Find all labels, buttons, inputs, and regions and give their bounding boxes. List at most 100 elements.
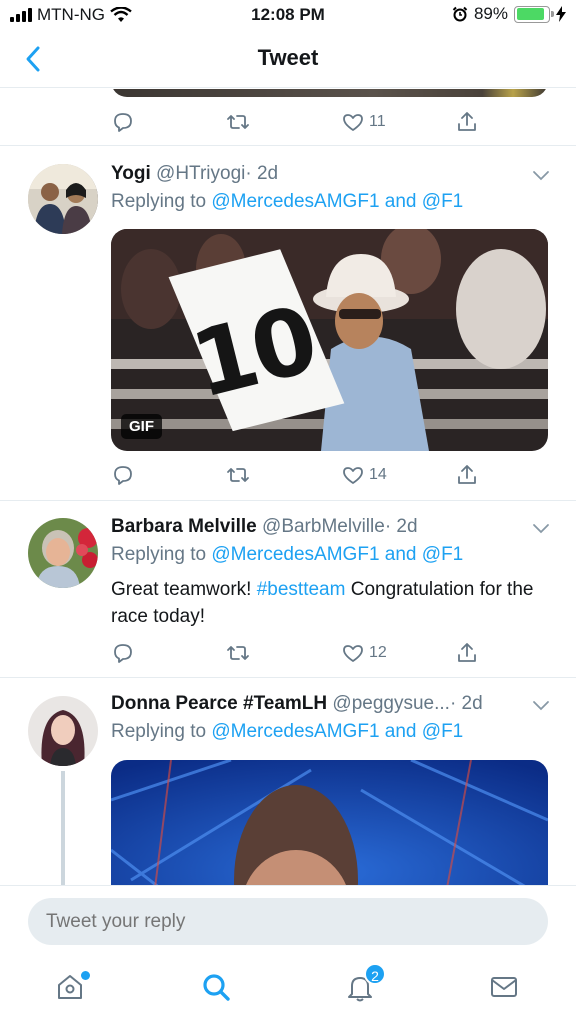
chevron-down-icon[interactable]	[532, 170, 550, 182]
retweet-icon	[227, 646, 249, 660]
gif-badge: GIF	[121, 414, 162, 439]
tweet-actions: 12	[111, 639, 491, 667]
tab-messages[interactable]	[488, 971, 524, 1007]
battery-percent: 89%	[473, 4, 508, 23]
user-handle[interactable]: @peggysue...	[332, 693, 450, 714]
replying-label: Replying to	[111, 721, 207, 742]
status-bar: MTN-NG 12:08 PM 89%	[0, 0, 576, 30]
share-button[interactable]	[455, 108, 479, 136]
replying-to: Replying to @MercedesAMGF1 and @F1	[111, 721, 463, 743]
status-right: 89%	[452, 4, 566, 24]
retweet-button[interactable]	[226, 639, 250, 667]
tweet-time: · 2d	[245, 163, 279, 184]
gif-sign-overlay: 10	[111, 229, 548, 451]
tweet-item[interactable]: Yogi @HTriyogi· 2d Replying to @Mercedes…	[0, 146, 576, 501]
avatar-image	[28, 518, 98, 588]
user-handle[interactable]: @BarbMelville	[262, 516, 385, 537]
user-handle[interactable]: @HTriyogi	[156, 163, 245, 184]
hashtag-link[interactable]: #bestteam	[257, 579, 346, 600]
mention-link[interactable]: @MercedesAMGF1	[211, 721, 379, 742]
mention-link[interactable]: @F1	[422, 544, 463, 565]
share-button[interactable]	[455, 461, 479, 489]
heart-icon	[343, 467, 363, 484]
tab-search[interactable]	[200, 971, 236, 1007]
like-button[interactable]: 11	[341, 108, 386, 136]
like-button[interactable]: 12	[341, 639, 387, 667]
media-photo	[111, 760, 548, 885]
tweet-header: Yogi @HTriyogi· 2d	[111, 163, 526, 185]
nav-bar: Tweet	[0, 30, 576, 88]
battery-fill	[516, 8, 545, 20]
search-icon	[203, 974, 230, 1001]
reply-button[interactable]	[111, 461, 135, 489]
alarm-icon	[452, 6, 468, 22]
heart-icon	[343, 645, 363, 662]
share-button[interactable]	[455, 639, 479, 667]
like-count: 12	[369, 644, 387, 661]
tweet-actions: 11	[111, 108, 491, 136]
retweet-icon	[227, 115, 249, 129]
battery-icon	[514, 5, 554, 23]
reply-button[interactable]	[111, 108, 135, 136]
tweet-header: Donna Pearce #TeamLH @peggysue...· 2d	[111, 693, 526, 715]
replying-label: Replying to	[111, 544, 207, 565]
reply-bar	[0, 885, 576, 957]
tweet-actions: 14	[111, 461, 491, 489]
avatar[interactable]	[28, 518, 98, 588]
retweet-button[interactable]	[226, 108, 250, 136]
media-image[interactable]	[111, 89, 548, 97]
new-tweets-dot	[81, 971, 90, 980]
tab-notifications[interactable]: 2	[344, 963, 386, 1007]
replying-to: Replying to @MercedesAMGF1 and @F1	[111, 544, 463, 566]
like-count: 14	[369, 466, 387, 483]
tab-home[interactable]	[54, 971, 90, 1007]
chevron-down-icon[interactable]	[532, 523, 550, 535]
heart-icon	[343, 114, 363, 131]
gif-media[interactable]: 10 GIF	[111, 229, 548, 451]
tweet-time: · 2d	[449, 693, 483, 714]
retweet-icon	[227, 468, 249, 482]
replies-list[interactable]: 11 Yogi @HTriyogi· 2d Replying to @Merce…	[0, 89, 576, 885]
share-icon	[458, 465, 476, 484]
tweet-header: Barbara Melville @BarbMelville· 2d	[111, 516, 526, 538]
mention-link[interactable]: @MercedesAMGF1	[211, 544, 379, 565]
reply-icon	[114, 644, 132, 663]
avatar[interactable]	[28, 696, 98, 766]
tweet-item[interactable]: Barbara Melville @BarbMelville· 2d Reply…	[0, 501, 576, 678]
replying-label: Replying to	[111, 191, 207, 212]
notifications-badge: 2	[364, 963, 386, 985]
media-image[interactable]	[111, 760, 548, 885]
tweet-text: Great teamwork! #bestteam Congratulation…	[111, 576, 551, 630]
avatar-image	[28, 164, 98, 234]
and-label: and	[384, 544, 417, 565]
display-name[interactable]: Yogi	[111, 163, 151, 184]
reply-input[interactable]	[28, 898, 548, 945]
mention-link[interactable]: @F1	[422, 191, 463, 212]
display-name[interactable]: Donna Pearce #TeamLH	[111, 693, 327, 714]
tweet-time: · 2d	[384, 516, 418, 537]
mail-icon	[491, 977, 517, 997]
and-label: and	[384, 191, 417, 212]
reply-icon	[114, 466, 132, 485]
retweet-button[interactable]	[226, 461, 250, 489]
thread-line	[61, 771, 65, 885]
tweet-partial[interactable]: 11	[0, 89, 576, 146]
avatar-image	[28, 696, 98, 766]
sign-text: 10	[181, 286, 325, 419]
like-count: 11	[369, 113, 386, 130]
charging-icon	[556, 6, 566, 22]
chevron-down-icon[interactable]	[532, 700, 550, 712]
page-title: Tweet	[257, 45, 319, 70]
tab-bar: 2	[0, 957, 576, 1024]
display-name[interactable]: Barbara Melville	[111, 516, 257, 537]
avatar[interactable]	[28, 164, 98, 234]
mention-link[interactable]: @MercedesAMGF1	[211, 191, 379, 212]
and-label: and	[384, 721, 417, 742]
tweet-item[interactable]: Donna Pearce #TeamLH @peggysue...· 2d Re…	[0, 678, 576, 885]
replying-to: Replying to @MercedesAMGF1 and @F1	[111, 191, 463, 213]
reply-icon	[114, 113, 132, 132]
like-button[interactable]: 14	[341, 461, 387, 489]
mention-link[interactable]: @F1	[422, 721, 463, 742]
reply-button[interactable]	[111, 639, 135, 667]
share-icon	[458, 643, 476, 662]
